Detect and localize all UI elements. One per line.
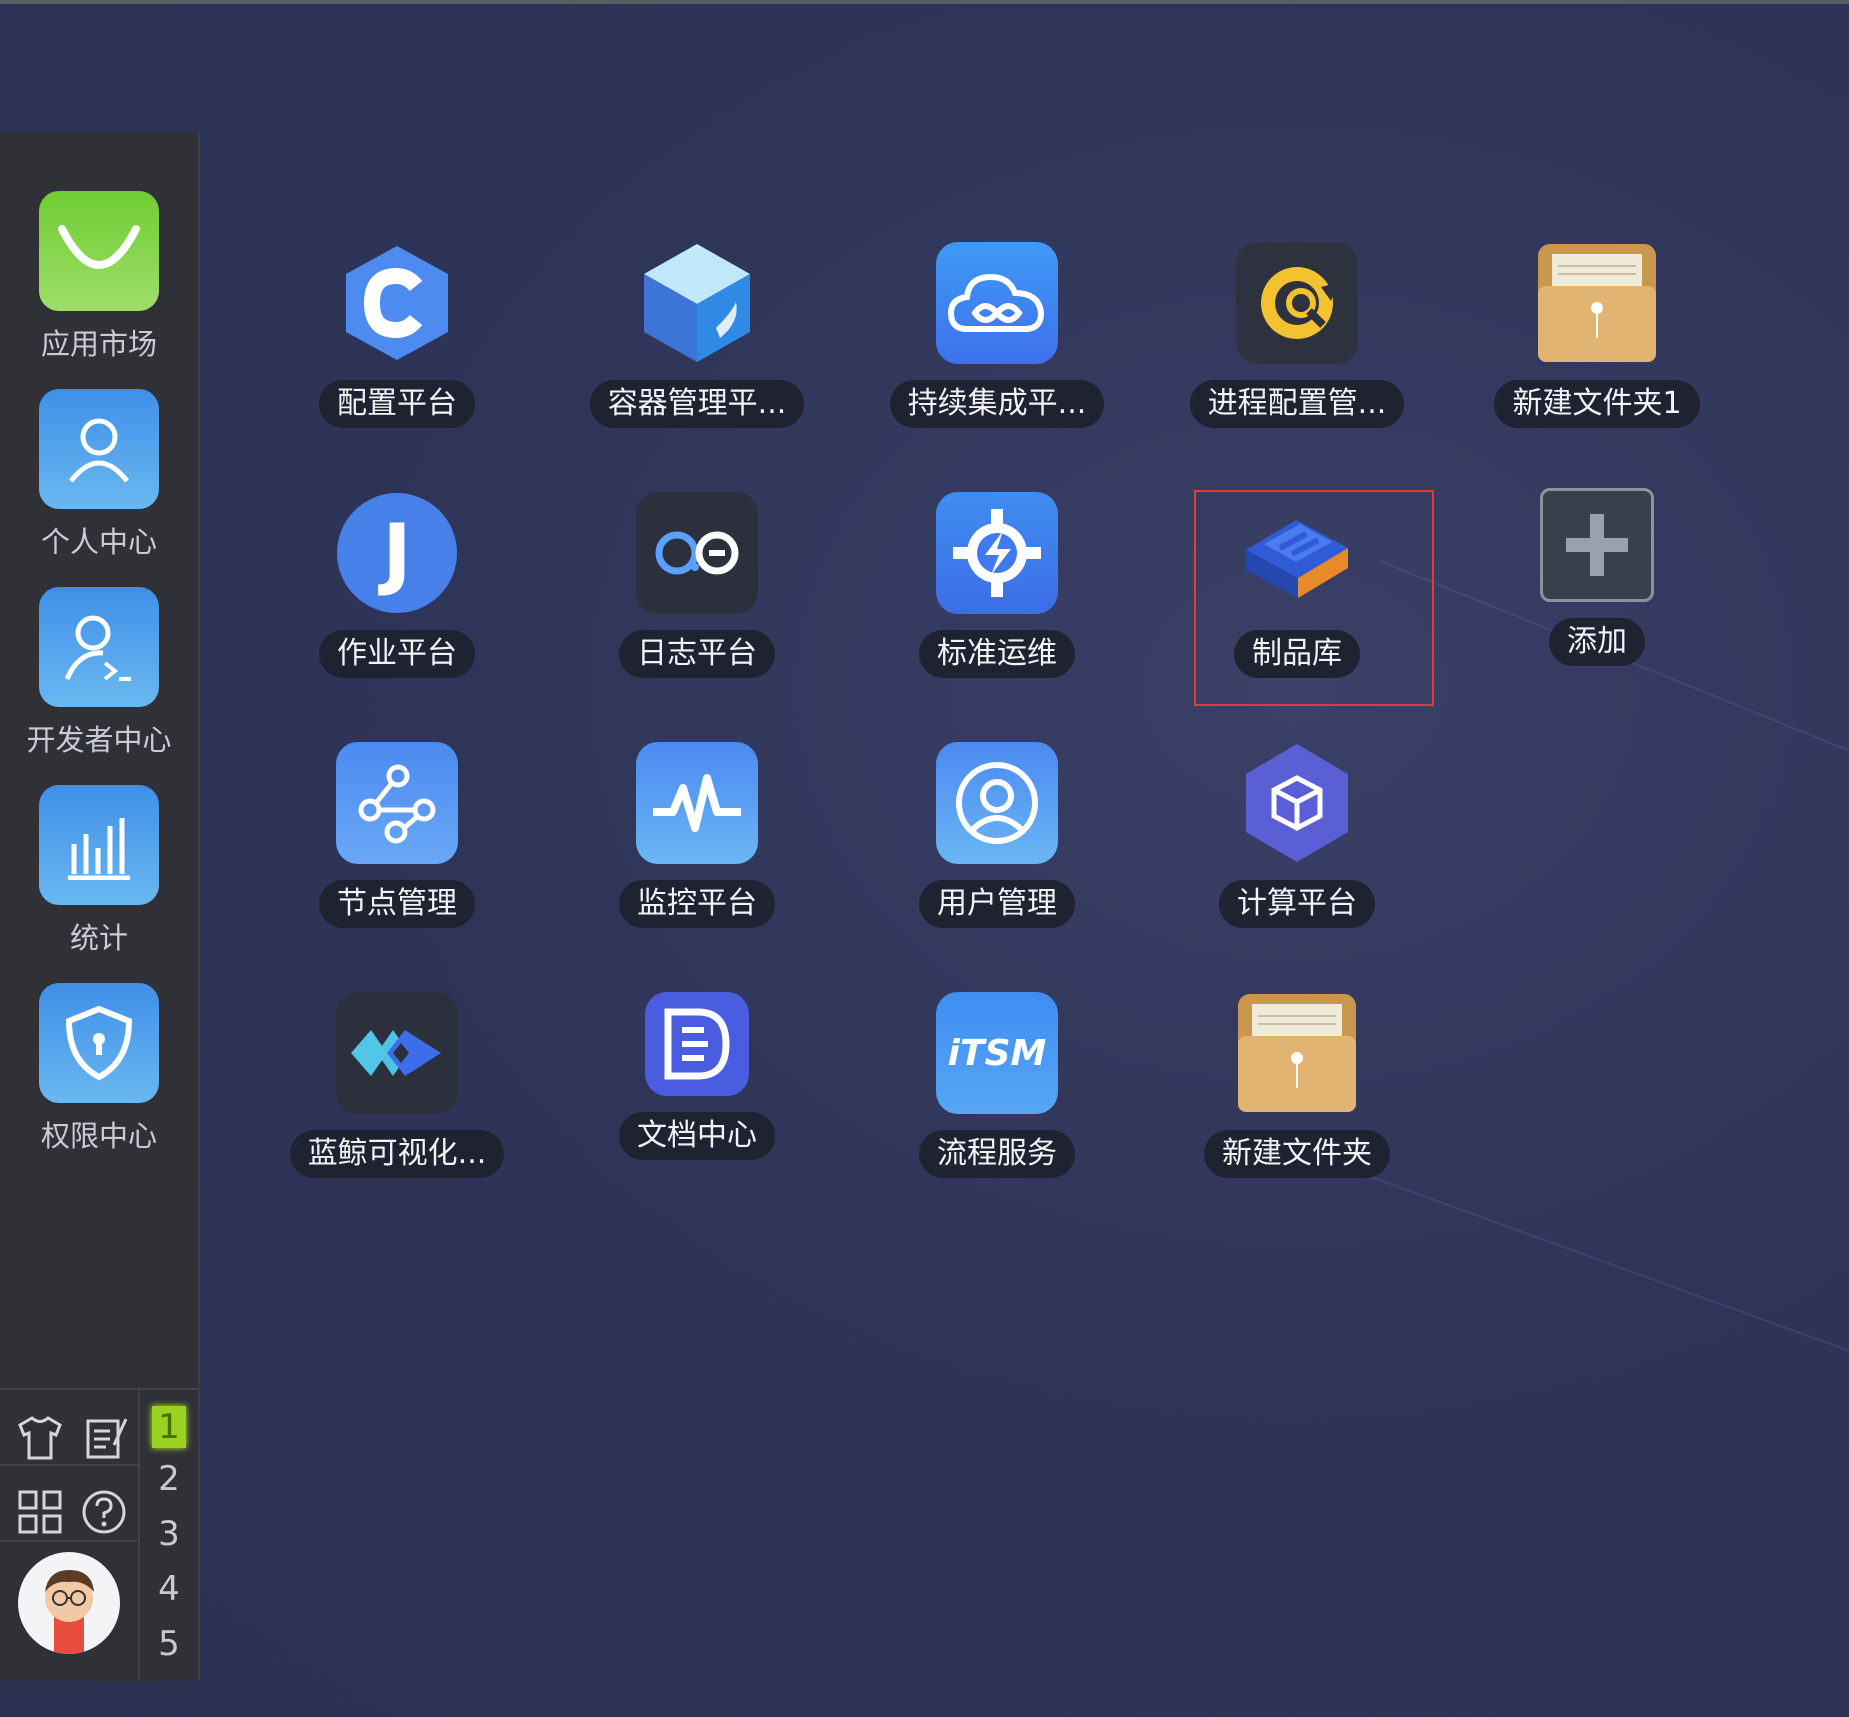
divider xyxy=(0,1540,138,1542)
pager-divider xyxy=(138,1388,140,1681)
app-label: 新建文件夹1 xyxy=(1494,380,1700,428)
avatar[interactable] xyxy=(18,1552,120,1654)
app-label: 监控平台 xyxy=(619,880,775,928)
app-process-config[interactable]: 进程配置管... xyxy=(1167,242,1427,428)
dock-item-personal-center[interactable]: 个人中心 xyxy=(0,389,198,561)
app-label: 用户管理 xyxy=(919,880,1075,928)
dock-item-app-market[interactable]: 应用市场 xyxy=(0,191,198,363)
app-label: 容器管理平... xyxy=(589,380,805,428)
side-dock: 应用市场 个人中心 开发者中心 统计 权限中心 1 2 3 4 5 xyxy=(0,133,200,1681)
app-label: 计算平台 xyxy=(1219,880,1375,928)
top-border xyxy=(0,0,1849,4)
process-gear-icon xyxy=(1236,242,1358,364)
app-add[interactable]: 添加 xyxy=(1467,488,1727,666)
app-label: 标准运维 xyxy=(919,630,1075,678)
app-new-folder-1[interactable]: 新建文件夹1 xyxy=(1467,242,1727,428)
ops-gear-icon xyxy=(936,492,1058,614)
app-label: 流程服务 xyxy=(919,1130,1075,1178)
app-job-platform[interactable]: J 作业平台 xyxy=(267,492,527,678)
page-1-button[interactable]: 1 xyxy=(152,1406,186,1448)
selection-highlight xyxy=(1194,490,1434,706)
dock-item-developer-center[interactable]: 开发者中心 xyxy=(0,587,198,759)
app-document-center[interactable]: 文档中心 xyxy=(567,992,827,1160)
app-new-folder[interactable]: 新建文件夹 xyxy=(1167,992,1427,1178)
app-label: 新建文件夹 xyxy=(1204,1130,1390,1178)
page-4-button[interactable]: 4 xyxy=(152,1569,186,1609)
job-j-icon: J xyxy=(336,492,458,614)
monitor-pulse-icon xyxy=(636,742,758,864)
app-standard-ops[interactable]: 标准运维 xyxy=(867,492,1127,678)
app-log-platform[interactable]: 日志平台 xyxy=(567,492,827,678)
app-config-platform[interactable]: 配置平台 xyxy=(267,242,527,428)
page-5-button[interactable]: 5 xyxy=(152,1624,186,1664)
grid-icon[interactable] xyxy=(14,1486,66,1538)
app-node-management[interactable]: 节点管理 xyxy=(267,742,527,928)
app-continuous-integration[interactable]: 持续集成平... xyxy=(867,242,1127,428)
dock-item-permission-center[interactable]: 权限中心 xyxy=(0,983,198,1155)
bar-chart-icon xyxy=(39,785,159,905)
svg-text:iTSM: iTSM xyxy=(948,1033,1047,1074)
app-label: 作业平台 xyxy=(319,630,475,678)
visual-diamond-icon xyxy=(336,992,458,1114)
folder-icon xyxy=(1236,992,1358,1114)
background-decoration xyxy=(1299,1150,1849,1358)
dock-label: 权限中心 xyxy=(40,1119,157,1153)
itsm-icon: iTSM xyxy=(936,992,1058,1114)
dock-label: 开发者中心 xyxy=(26,723,172,757)
notes-icon[interactable] xyxy=(80,1412,132,1464)
app-compute-platform[interactable]: 计算平台 xyxy=(1167,742,1427,928)
svg-text:J: J xyxy=(377,509,411,599)
add-icon xyxy=(1540,488,1654,602)
app-itsm[interactable]: iTSM 流程服务 xyxy=(867,992,1127,1178)
app-label: 配置平台 xyxy=(319,380,475,428)
help-icon[interactable] xyxy=(78,1486,130,1538)
app-monitoring-platform[interactable]: 监控平台 xyxy=(567,742,827,928)
app-label: 文档中心 xyxy=(619,1112,775,1160)
developer-icon xyxy=(39,587,159,707)
folder-icon xyxy=(1536,242,1658,364)
dock-label: 个人中心 xyxy=(40,525,157,559)
page-3-button[interactable]: 3 xyxy=(152,1514,186,1554)
app-label: 持续集成平... xyxy=(889,380,1105,428)
shirt-icon[interactable] xyxy=(14,1412,66,1464)
user-manage-icon xyxy=(936,742,1058,864)
config-hex-icon xyxy=(336,242,458,364)
page-2-button[interactable]: 2 xyxy=(152,1459,186,1499)
shield-icon xyxy=(39,983,159,1103)
shopping-bag-icon xyxy=(39,191,159,311)
container-cube-icon xyxy=(636,242,758,364)
app-label: 日志平台 xyxy=(619,630,775,678)
document-icon xyxy=(645,992,749,1096)
log-icon xyxy=(636,492,758,614)
node-icon xyxy=(336,742,458,864)
dock-label: 应用市场 xyxy=(40,327,157,361)
app-label: 蓝鲸可视化... xyxy=(289,1130,505,1178)
user-icon xyxy=(39,389,159,509)
ci-cloud-icon xyxy=(936,242,1058,364)
compute-cube-icon xyxy=(1236,742,1358,864)
app-visualization[interactable]: 蓝鲸可视化... xyxy=(267,992,527,1178)
app-label: 节点管理 xyxy=(319,880,475,928)
app-label: 添加 xyxy=(1549,618,1645,666)
dock-label: 统计 xyxy=(69,921,128,955)
app-container-management[interactable]: 容器管理平... xyxy=(567,242,827,428)
dock-item-statistics[interactable]: 统计 xyxy=(0,785,198,957)
app-label: 进程配置管... xyxy=(1189,380,1405,428)
app-user-management[interactable]: 用户管理 xyxy=(867,742,1127,928)
divider xyxy=(0,1464,138,1466)
